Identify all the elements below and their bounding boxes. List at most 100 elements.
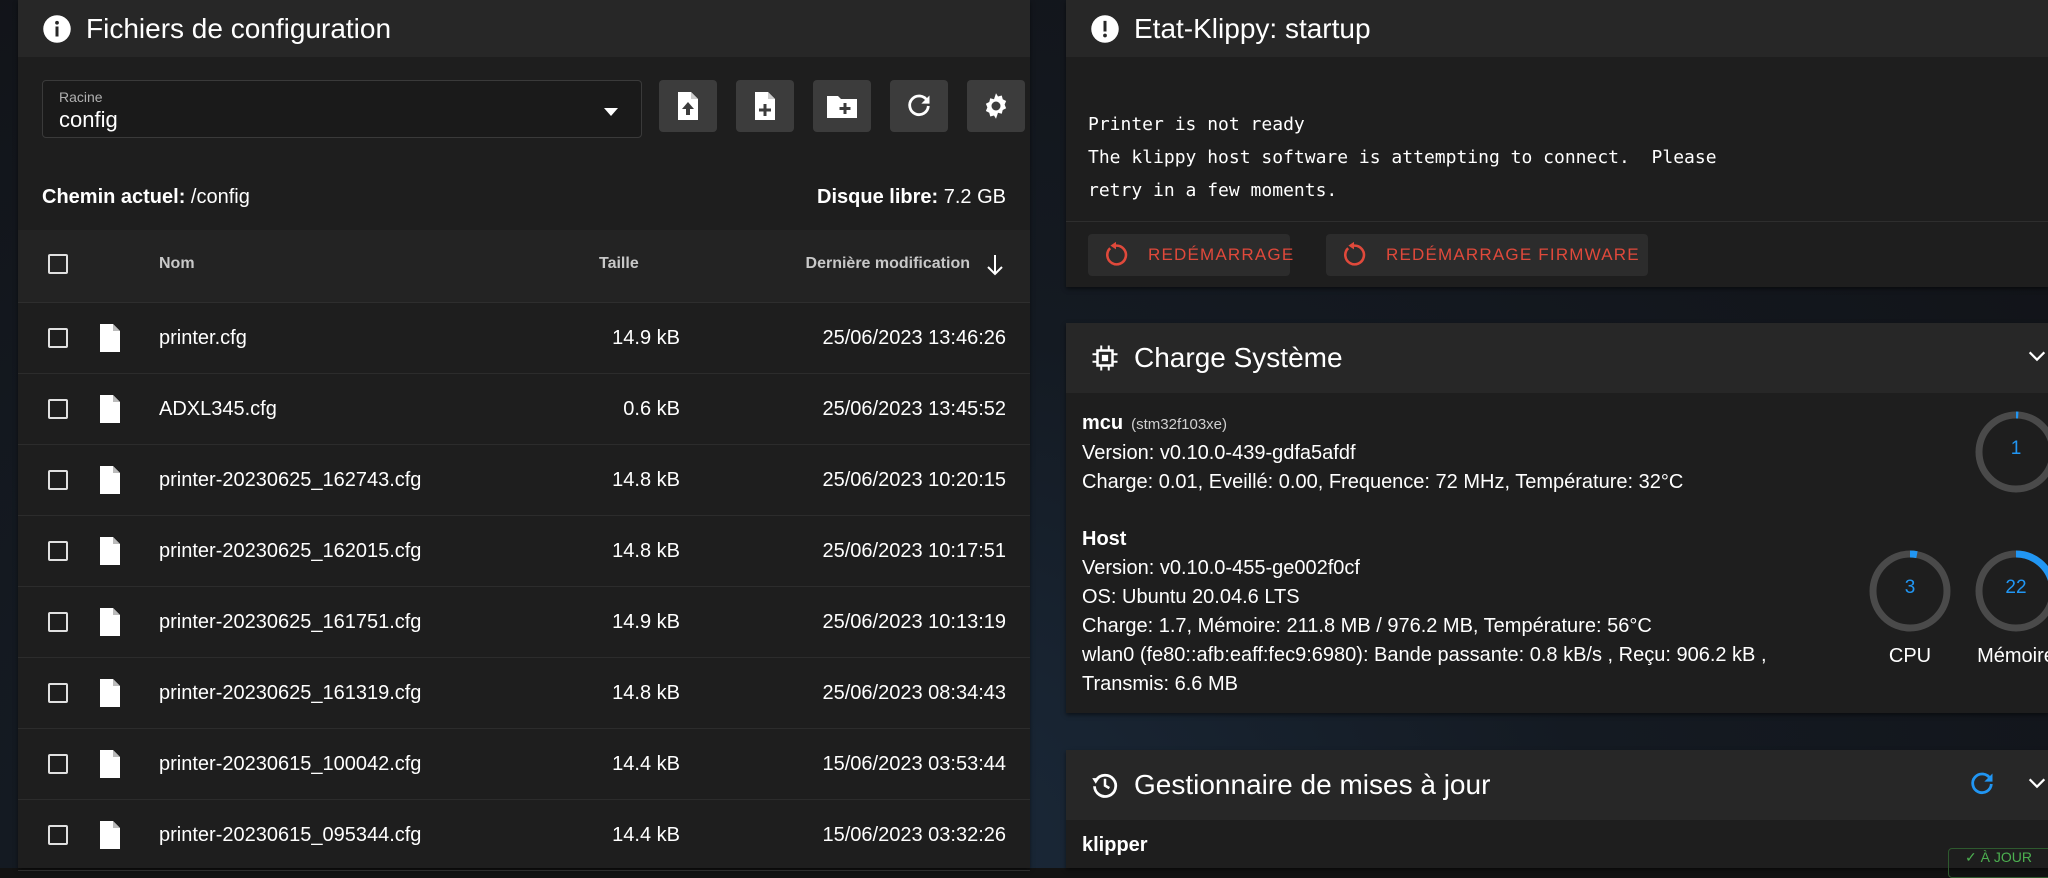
table-row[interactable]: printer-20230625_161319.cfg 14.8 kB 25/0… <box>18 658 1030 729</box>
file-name: printer.cfg <box>159 327 247 349</box>
console-line: The klippy host software is attempting t… <box>1088 147 1717 168</box>
file-icon <box>98 323 122 353</box>
new-folder-button[interactable] <box>813 80 871 132</box>
select-all-checkbox[interactable] <box>48 254 68 274</box>
cpu-gauge-label: CPU <box>1888 645 1932 667</box>
column-size-header[interactable]: Taille <box>599 255 639 273</box>
gear-icon <box>981 91 1011 121</box>
restart-button[interactable]: REDÉMARRAGE <box>1088 234 1293 276</box>
file-plus-icon <box>753 91 777 121</box>
file-name: printer-20230625_162743.cfg <box>159 469 422 491</box>
update-manager-header: Gestionnaire de mises à jour <box>1066 750 2048 820</box>
mcu-load: Charge: 0.01, Eveillé: 0.00, Frequence: … <box>1082 471 1684 493</box>
row-checkbox[interactable] <box>48 754 68 774</box>
files-table-header: Nom Taille Dernière modification <box>18 230 1030 303</box>
chevron-down-icon[interactable] <box>2026 345 2048 367</box>
row-checkbox[interactable] <box>48 399 68 419</box>
host-network: wlan0 (fe80::afb:eaff:fec9:6980): Bande … <box>1082 644 1767 666</box>
row-checkbox[interactable] <box>48 328 68 348</box>
root-select[interactable]: Racine config <box>42 80 642 138</box>
table-row[interactable]: ADXL345.cfg 0.6 kB 25/06/2023 13:45:52 <box>18 374 1030 445</box>
column-name-header[interactable]: Nom <box>159 255 195 273</box>
memory-gauge-label: Mémoire <box>1977 645 2048 667</box>
refresh-icon <box>905 92 933 120</box>
file-icon <box>98 678 122 708</box>
row-checkbox[interactable] <box>48 541 68 561</box>
file-size: 0.6 kB <box>623 398 680 420</box>
new-file-button[interactable] <box>736 80 794 132</box>
restart-label: REDÉMARRAGE <box>1148 245 1295 264</box>
table-row[interactable]: printer-20230625_161751.cfg 14.9 kB 25/0… <box>18 587 1030 658</box>
table-row[interactable]: printer-20230615_100042.cfg 14.4 kB 15/0… <box>18 729 1030 800</box>
mcu-chip: (stm32f103xe) <box>1131 416 1227 433</box>
memory-gauge: 22 Mémoire <box>1974 549 2048 668</box>
host-network-transmitted: Transmis: 6.6 MB <box>1082 673 1238 695</box>
column-modified-header[interactable]: Dernière modification <box>806 255 970 273</box>
file-icon <box>98 607 122 637</box>
row-checkbox[interactable] <box>48 612 68 632</box>
alert-circle-icon <box>1090 14 1120 44</box>
file-modified: 25/06/2023 13:45:52 <box>822 398 1006 420</box>
restart-icon <box>1102 241 1130 269</box>
settings-button[interactable] <box>967 80 1025 132</box>
mcu-version: Version: v0.10.0-439-gdfa5afdf <box>1082 442 1356 464</box>
row-checkbox[interactable] <box>48 470 68 490</box>
file-name: printer-20230615_100042.cfg <box>159 753 422 775</box>
row-checkbox[interactable] <box>48 683 68 703</box>
firmware-restart-label: REDÉMARRAGE FIRMWARE <box>1386 245 1640 264</box>
host-info: Host Version: v0.10.0-455-ge002f0cf OS: … <box>1082 525 1767 699</box>
current-path: Chemin actuel: /config <box>42 186 250 209</box>
host-title: Host <box>1082 528 1127 550</box>
upload-file-button[interactable] <box>659 80 717 132</box>
table-row[interactable]: printer-20230625_162015.cfg 14.8 kB 25/0… <box>18 516 1030 587</box>
file-icon <box>98 394 122 424</box>
up-to-date-badge[interactable]: ✓ À JOUR <box>1948 848 2048 878</box>
system-load-panel: Charge Système mcu (stm32f103xe) Version:… <box>1066 323 2048 713</box>
table-row[interactable]: printer-20230615_095344.cfg 14.4 kB 15/0… <box>18 800 1030 871</box>
firmware-restart-button[interactable]: REDÉMARRAGE FIRMWARE <box>1326 234 1648 276</box>
config-files-title: Fichiers de configuration <box>86 12 392 44</box>
file-icon <box>98 749 122 779</box>
file-size: 14.9 kB <box>612 611 680 633</box>
file-size: 14.8 kB <box>612 540 680 562</box>
file-size: 14.4 kB <box>612 753 680 775</box>
root-select-value: config <box>59 107 118 132</box>
file-modified: 25/06/2023 10:17:51 <box>822 540 1006 562</box>
file-modified: 25/06/2023 10:13:19 <box>822 611 1006 633</box>
file-modified: 25/06/2023 10:20:15 <box>822 469 1006 491</box>
file-modified: 15/06/2023 03:32:26 <box>822 824 1006 846</box>
file-modified: 25/06/2023 08:34:43 <box>822 682 1006 704</box>
update-manager-panel: Gestionnaire de mises à jour klipper ✓ À… <box>1066 750 2048 878</box>
file-size: 14.9 kB <box>612 327 680 349</box>
table-row[interactable]: printer.cfg 14.9 kB 25/06/2023 13:46:26 <box>18 303 1030 374</box>
cpu-gauge-value: 3 <box>1904 577 1916 598</box>
file-size: 14.8 kB <box>612 469 680 491</box>
caret-down-icon <box>603 107 619 117</box>
config-files-panel: Fichiers de configuration Racine config … <box>18 0 1030 871</box>
chevron-down-icon[interactable] <box>2026 772 2048 794</box>
memory-gauge-value: 22 <box>2005 577 2027 598</box>
divider <box>1066 221 2048 222</box>
files-table: Nom Taille Dernière modification printer… <box>18 230 1030 871</box>
klippy-status-header: Etat-Klippy: startup <box>1066 0 2048 57</box>
free-disk-label: Disque libre: <box>817 186 939 208</box>
info-icon <box>42 14 72 44</box>
restart-icon <box>1340 241 1368 269</box>
sort-arrow-down-icon[interactable] <box>986 254 1004 276</box>
klippy-status-panel: Etat-Klippy: startup Printer is not read… <box>1066 0 2048 287</box>
klippy-console: Printer is not ready The klippy host soft… <box>1088 108 1717 207</box>
refresh-updates-icon[interactable] <box>1968 770 1996 798</box>
current-path-value: /config <box>190 186 250 208</box>
table-row[interactable]: printer-20230625_162743.cfg 14.8 kB 25/0… <box>18 445 1030 516</box>
up-to-date-label: ✓ À JOUR <box>1965 849 2032 865</box>
file-name: printer-20230625_161319.cfg <box>159 682 422 704</box>
file-name: printer-20230625_161751.cfg <box>159 611 422 633</box>
system-load-header: Charge Système <box>1066 323 2048 393</box>
file-size: 14.8 kB <box>612 682 680 704</box>
mcu-info: mcu (stm32f103xe) Version: v0.10.0-439-gd… <box>1082 409 1683 497</box>
row-checkbox[interactable] <box>48 825 68 845</box>
refresh-files-button[interactable] <box>890 80 948 132</box>
system-load-title: Charge Système <box>1134 342 1343 373</box>
free-disk: Disque libre: 7.2 GB <box>817 186 1006 209</box>
mcu-title: mcu <box>1082 412 1124 434</box>
